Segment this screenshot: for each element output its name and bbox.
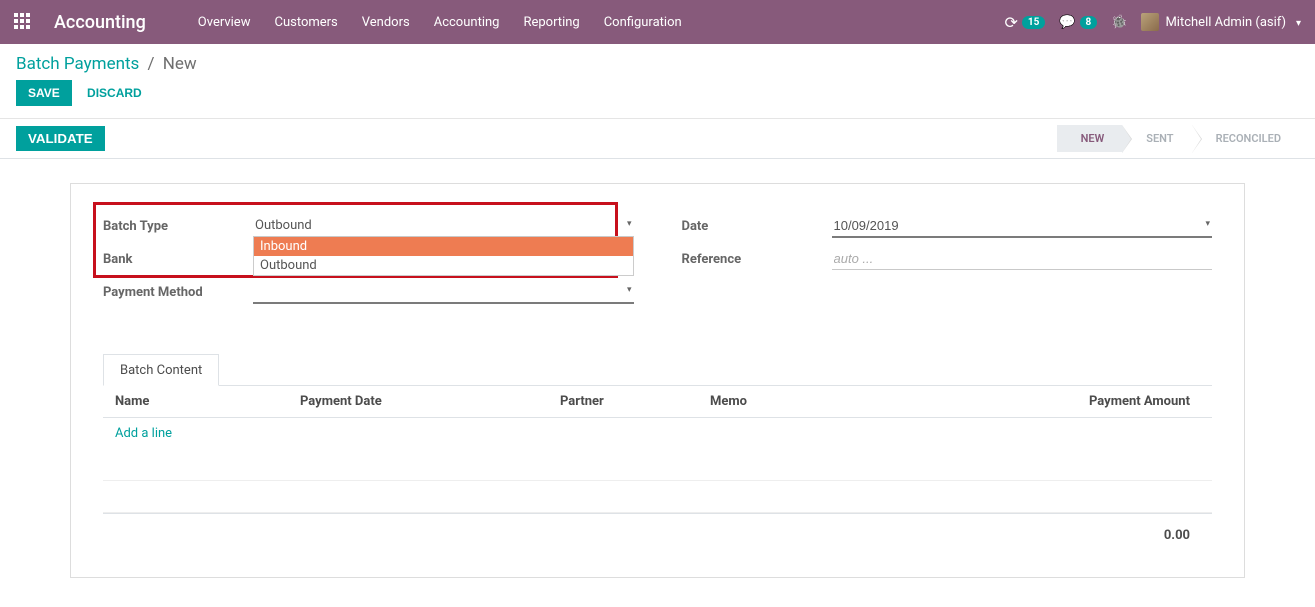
user-name: Mitchell Admin (asif) — [1165, 15, 1286, 30]
app-title[interactable]: Accounting — [54, 12, 146, 33]
breadcrumb-current: New — [163, 54, 197, 74]
timer-pill[interactable]: 15 — [1004, 13, 1045, 32]
total-row: 0.00 — [103, 513, 1212, 551]
form-col-right: Date ▾ Reference — [682, 214, 1213, 313]
breadcrumb-root[interactable]: Batch Payments — [16, 54, 139, 74]
messages-pill[interactable]: 8 — [1059, 15, 1097, 30]
chat-badge: 8 — [1080, 16, 1098, 29]
debug-icon[interactable] — [1111, 15, 1127, 30]
save-button[interactable]: SAVE — [16, 80, 72, 106]
nav-reporting[interactable]: Reporting — [511, 9, 591, 36]
statusbar: VALIDATE NEW SENT RECONCILED — [0, 119, 1315, 159]
date-input-wrap[interactable]: ▾ — [832, 215, 1213, 238]
payment-method-input[interactable] — [253, 281, 634, 304]
form-col-left: Batch Type Outbound ▾ Inbound Outbound B… — [103, 214, 634, 313]
col-amount: Payment Amount — [970, 394, 1200, 409]
col-name: Name — [115, 394, 300, 409]
date-input[interactable] — [832, 215, 1213, 238]
table-row: Add a line — [103, 418, 1212, 449]
user-menu[interactable]: Mitchell Admin (asif) — [1141, 13, 1301, 31]
step-reconciled[interactable]: RECONCILED — [1192, 125, 1299, 152]
batch-type-dropdown: Inbound Outbound — [253, 237, 634, 276]
reference-input-wrap[interactable] — [832, 248, 1213, 270]
payment-method-select[interactable]: ▾ — [253, 281, 634, 304]
col-memo: Memo — [710, 394, 970, 409]
total-amount: 0.00 — [1164, 528, 1190, 543]
col-payment-date: Payment Date — [300, 394, 560, 409]
empty-row — [103, 449, 1212, 481]
timer-icon — [1004, 13, 1017, 32]
breadcrumb-sep: / — [148, 54, 155, 74]
validate-button[interactable]: VALIDATE — [16, 126, 105, 151]
main-nav: Overview Customers Vendors Accounting Re… — [186, 9, 694, 36]
chat-icon — [1059, 15, 1075, 30]
label-payment-method: Payment Method — [103, 285, 253, 300]
nav-configuration[interactable]: Configuration — [592, 9, 694, 36]
control-panel: Batch Payments / New SAVE DISCARD — [0, 44, 1315, 119]
form-page: Batch Type Outbound ▾ Inbound Outbound B… — [0, 159, 1315, 602]
label-bank: Bank — [103, 252, 253, 267]
batch-type-value: Outbound — [253, 215, 634, 237]
discard-button[interactable]: DISCARD — [75, 80, 154, 106]
nav-vendors[interactable]: Vendors — [350, 9, 422, 36]
topbar: Accounting Overview Customers Vendors Ac… — [0, 0, 1315, 44]
apps-icon[interactable] — [14, 13, 32, 31]
form-grid: Batch Type Outbound ▾ Inbound Outbound B… — [103, 214, 1212, 313]
label-batch-type: Batch Type — [103, 219, 253, 234]
tabs: Batch Content — [103, 353, 1212, 386]
table-header: Name Payment Date Partner Memo Payment A… — [103, 386, 1212, 418]
form-sheet: Batch Type Outbound ▾ Inbound Outbound B… — [70, 183, 1245, 578]
nav-customers[interactable]: Customers — [262, 9, 349, 36]
nav-accounting[interactable]: Accounting — [422, 9, 512, 36]
breadcrumb: Batch Payments / New — [16, 54, 1299, 74]
tab-batch-content[interactable]: Batch Content — [103, 354, 219, 386]
label-date: Date — [682, 219, 832, 234]
timer-badge: 15 — [1022, 16, 1045, 29]
label-reference: Reference — [682, 252, 832, 267]
avatar — [1141, 13, 1159, 31]
reference-input[interactable] — [832, 248, 1213, 270]
add-line-link[interactable]: Add a line — [115, 426, 172, 441]
batch-type-select[interactable]: Outbound ▾ Inbound Outbound — [253, 215, 634, 237]
nav-overview[interactable]: Overview — [186, 9, 263, 36]
col-partner: Partner — [560, 394, 710, 409]
step-new[interactable]: NEW — [1057, 125, 1123, 152]
option-outbound[interactable]: Outbound — [254, 256, 633, 275]
caret-down-icon — [1292, 15, 1301, 30]
step-sent[interactable]: SENT — [1122, 125, 1191, 152]
systray: 15 8 Mitchell Admin (asif) — [1004, 13, 1301, 32]
option-inbound[interactable]: Inbound — [254, 237, 633, 256]
empty-row — [103, 481, 1212, 513]
status-steps: NEW SENT RECONCILED — [1057, 125, 1299, 152]
